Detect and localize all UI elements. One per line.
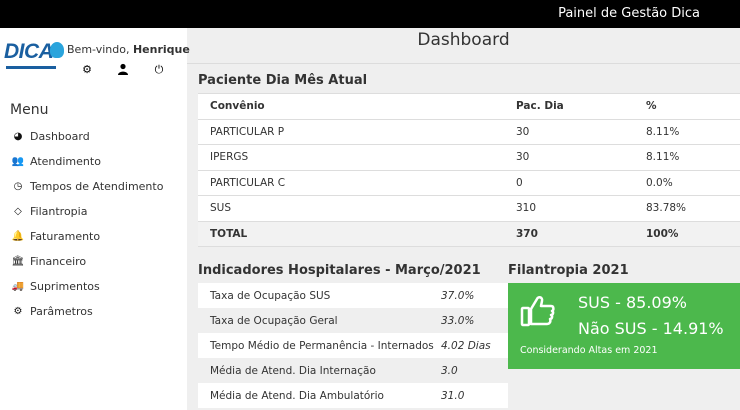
- clock-icon: ◷: [13, 181, 23, 192]
- sidebar-item-label: Filantropia: [30, 205, 88, 218]
- table-row: PARTICULAR C 0 0.0%: [198, 171, 740, 196]
- indicator-value: 37.0%: [441, 289, 475, 302]
- paciente-table: Convênio Pac. Dia % PARTICULAR P 30 8.11…: [198, 93, 740, 247]
- logo-text: DICA: [4, 40, 54, 63]
- filantropia-note: Considerando Altas em 2021: [520, 345, 658, 356]
- user-icon[interactable]: [114, 63, 132, 78]
- filantropia-section-title: Filantropia 2021: [508, 263, 629, 278]
- bell-icon: 🔔: [11, 231, 25, 242]
- thumbs-up-icon: [520, 293, 556, 329]
- table-cell: 370: [516, 227, 538, 240]
- page-title: Dashboard: [187, 28, 740, 64]
- sidebar-item-tempos[interactable]: ◷ Tempos de Atendimento: [10, 174, 164, 199]
- paciente-section-title: Paciente Dia Mês Atual: [198, 73, 368, 88]
- welcome-message: Bem-vindo, Henrique: [67, 43, 190, 56]
- sidebar-item-label: Suprimentos: [30, 280, 100, 293]
- table-row: Taxa de Ocupação Geral 33.0%: [198, 308, 508, 333]
- indicator-value: 4.02 Dias: [441, 339, 491, 352]
- user-name: Henrique: [132, 43, 190, 56]
- logo-underline: [6, 66, 56, 69]
- diamond-icon: ◇: [14, 206, 22, 217]
- table-cell: PARTICULAR P: [210, 125, 285, 138]
- table-row: IPERGS 30 8.11%: [198, 145, 740, 171]
- table-cell: 100%: [646, 227, 679, 240]
- table-cell: 30: [516, 151, 530, 164]
- sidebar-item-atendimento[interactable]: 👥 Atendimento: [10, 149, 163, 174]
- dashboard-icon: ◕: [13, 131, 23, 142]
- sidebar-item-label: Tempos de Atendimento: [30, 180, 164, 193]
- sidebar-item-parametros[interactable]: ⚙ Parâmetros: [10, 299, 163, 324]
- table-cell: 0: [516, 176, 523, 189]
- indicator-value: 31.0: [441, 389, 465, 402]
- table-cell: SUS: [210, 202, 232, 215]
- power-icon[interactable]: ⏻: [150, 63, 168, 78]
- sidebar-item-label: Financeiro: [30, 255, 87, 268]
- top-bar: Painel de Gestão Dica: [0, 0, 740, 28]
- gear-icon: ⚙: [13, 306, 23, 317]
- table-cell: IPERGS: [210, 151, 249, 164]
- table-total-row: TOTAL 370 100%: [198, 221, 740, 247]
- bank-icon: 🏛: [11, 256, 25, 267]
- table-cell: TOTAL: [210, 227, 248, 240]
- logo[interactable]: DICA: [4, 40, 64, 70]
- indicator-label: Média de Atend. Dia Internação: [210, 364, 376, 377]
- table-cell: 8.11%: [646, 151, 680, 164]
- indicator-label: Tempo Médio de Permanência - Internados: [210, 339, 434, 352]
- users-icon: 👥: [11, 156, 25, 167]
- sidebar-item-filantropia[interactable]: ◇ Filantropia: [10, 199, 163, 224]
- sidebar-menu: ◕ Dashboard 👥 Atendimento ◷ Tempos de Atend…: [10, 124, 164, 324]
- sidebar-item-financeiro[interactable]: 🏛 Financeiro: [10, 249, 163, 274]
- truck-icon: 🚚: [11, 281, 25, 292]
- sidebar-item-suprimentos[interactable]: 🚚 Suprimentos: [10, 274, 163, 299]
- table-cell: 8.11%: [646, 125, 680, 138]
- menu-title: Menu: [10, 102, 49, 118]
- table-row: Tempo Médio de Permanência - Internados …: [198, 333, 508, 358]
- nao-sus-percentage: Não SUS - 14.91%: [578, 319, 724, 338]
- welcome-text: Bem-vindo,: [67, 43, 133, 56]
- sidebar-item-label: Parâmetros: [30, 305, 93, 318]
- table-row: Taxa de Ocupação SUS 37.0%: [198, 283, 508, 308]
- sus-percentage: SUS - 85.09%: [578, 293, 687, 312]
- indicator-value: 3.0: [441, 364, 458, 377]
- table-cell: PARTICULAR C: [210, 176, 286, 189]
- sidebar: DICA Bem-vindo, Henrique ⚙ ⏻ Menu ◕ Dashb…: [0, 28, 190, 410]
- sidebar-item-label: Atendimento: [30, 155, 101, 168]
- indicator-value: 33.0%: [441, 314, 475, 327]
- sidebar-item-label: Faturamento: [30, 230, 101, 243]
- indicadores-table: Taxa de Ocupação SUS 37.0% Taxa de Ocupa…: [198, 283, 508, 408]
- table-cell: 30: [516, 125, 530, 138]
- sidebar-item-label: Dashboard: [30, 130, 90, 143]
- column-header: Convênio: [210, 100, 265, 113]
- table-cell: 0.0%: [646, 176, 673, 189]
- filantropia-card: SUS - 85.09% Não SUS - 14.91% Consideran…: [508, 283, 740, 369]
- indicator-label: Taxa de Ocupação SUS: [210, 289, 331, 302]
- sidebar-item-dashboard[interactable]: ◕ Dashboard: [10, 124, 163, 149]
- indicator-label: Média de Atend. Dia Ambulatório: [210, 389, 384, 402]
- table-row: Média de Atend. Dia Ambulatório 31.0: [198, 383, 508, 408]
- indicator-label: Taxa de Ocupação Geral: [210, 314, 338, 327]
- table-header-row: Convênio Pac. Dia %: [198, 94, 740, 120]
- sidebar-item-faturamento[interactable]: 🔔 Faturamento: [10, 224, 163, 249]
- table-cell: 83.78%: [646, 202, 687, 215]
- header-icons: ⚙ ⏻: [78, 63, 168, 78]
- app-title: Painel de Gestão Dica: [558, 6, 700, 21]
- table-row: Média de Atend. Dia Internação 3.0: [198, 358, 508, 383]
- table-row: SUS 310 83.78%: [198, 196, 740, 222]
- column-header: Pac. Dia: [516, 100, 564, 113]
- lightbulb-icon: [50, 42, 64, 58]
- table-cell: 310: [516, 202, 537, 215]
- gear-icon[interactable]: ⚙: [78, 63, 96, 78]
- indicadores-section-title: Indicadores Hospitalares - Março/2021: [198, 263, 481, 278]
- table-row: PARTICULAR P 30 8.11%: [198, 120, 740, 145]
- column-header: %: [646, 100, 657, 113]
